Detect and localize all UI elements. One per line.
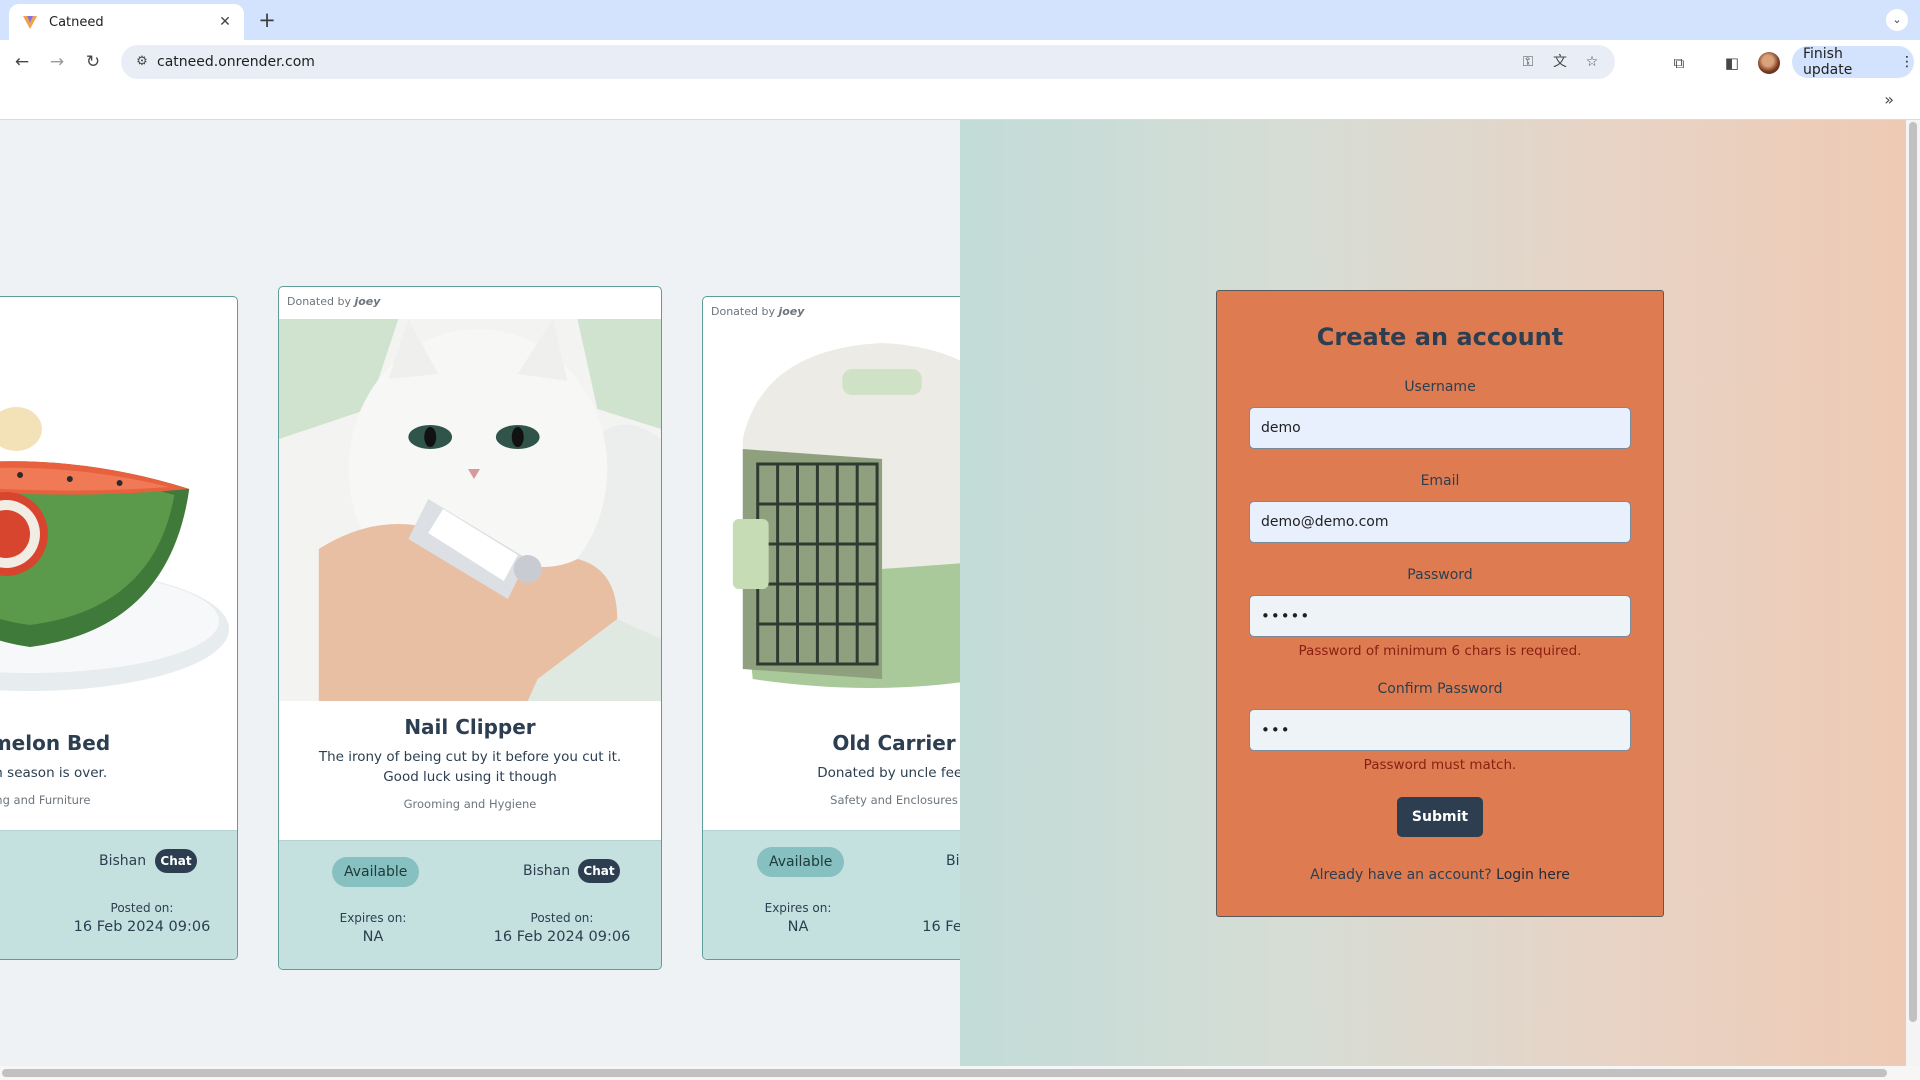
card-image [0, 329, 237, 711]
card-title: Nail Clipper [404, 715, 536, 739]
form-title: Create an account [1316, 323, 1564, 351]
card-image [703, 329, 960, 711]
listing-card[interactable]: Donated by joey [702, 296, 960, 960]
signup-form: Create an account Username demo Email de… [1216, 290, 1664, 917]
password-label: Password [1407, 567, 1473, 583]
posted-label: Posted on: [530, 911, 594, 925]
donor-prefix: Donated by [711, 305, 775, 318]
tab-title: Catneed [49, 14, 104, 30]
card-location: Bishan [99, 853, 147, 869]
forward-icon[interactable]: → [44, 49, 70, 75]
password-error: Password of minimum 6 chars is required. [1298, 643, 1582, 659]
submit-button[interactable]: Submit [1397, 797, 1483, 837]
posted-label: Posted on: [110, 901, 174, 915]
card-description: melon season is over. [0, 765, 108, 781]
vertical-scroll-thumb[interactable] [1909, 122, 1917, 1022]
donor-name: joey [354, 295, 381, 308]
chat-button[interactable]: Chat [578, 859, 620, 883]
vertical-scrollbar[interactable] [1906, 120, 1920, 1066]
old-carrier-image [703, 329, 960, 711]
card-footer: Bishan Chat Posted on: 16 Feb 2024 09:06 [0, 830, 237, 959]
bookmark-bar: » [0, 82, 1920, 120]
card-category: Grooming and Hygiene [403, 797, 537, 811]
horizontal-scroll-thumb[interactable] [2, 1069, 1887, 1077]
card-footer: Available Bi Expires on: NA 16 Fe [703, 830, 960, 959]
posted-value: 16 Feb 2024 09:06 [493, 929, 631, 945]
status-badge: Available [757, 847, 845, 877]
chat-button[interactable]: Chat [155, 849, 197, 873]
address-bar[interactable]: ⚙ catneed.onrender.com ⚿ 文 ☆ [121, 45, 1615, 79]
card-description: The irony of being cut by it before you … [318, 749, 622, 785]
listing-card[interactable]: Donated by joey [278, 286, 662, 970]
catneed-favicon-icon [23, 16, 37, 29]
card-donor: Donated by joey [287, 295, 380, 308]
bookmark-star-icon[interactable]: ☆ [1581, 51, 1603, 73]
card-footer: Available Bishan Chat Expires on: NA Pos… [279, 840, 661, 969]
posted-value: 16 Feb 2024 09:06 [73, 919, 211, 935]
card-title: termelon Bed [0, 731, 111, 755]
card-donor: Donated by joey [711, 305, 804, 318]
email-input[interactable]: demo@demo.com [1249, 501, 1631, 543]
donor-prefix: Donated by [287, 295, 351, 308]
confirm-password-label: Confirm Password [1377, 681, 1503, 697]
card-category: Safety and Enclosures [830, 793, 958, 807]
horizontal-scrollbar[interactable] [0, 1066, 1920, 1080]
card-image [279, 319, 661, 701]
finish-update-label: Finish update [1803, 46, 1853, 78]
back-icon[interactable]: ← [9, 49, 35, 75]
username-input[interactable]: demo [1249, 407, 1631, 449]
watermelon-bed-image [0, 329, 237, 711]
login-link[interactable]: Login here [1496, 867, 1570, 883]
status-badge: Available [332, 857, 420, 887]
nail-clipper-image [279, 319, 661, 701]
page-viewport: termelon Bed melon season is over. dding… [0, 120, 1920, 1080]
site-info-icon[interactable]: ⚙ [133, 53, 151, 71]
translate-icon[interactable]: 文 [1549, 51, 1571, 73]
password-key-icon[interactable]: ⚿ [1517, 51, 1539, 73]
browser-tabstrip: Catneed ✕ + ⌄ [0, 0, 1920, 40]
password-input[interactable]: ••••• [1249, 595, 1631, 637]
more-bookmarks-icon[interactable]: » [1884, 90, 1894, 109]
listing-card[interactable]: termelon Bed melon season is over. dding… [0, 296, 238, 960]
new-tab-icon[interactable]: + [253, 7, 281, 33]
login-prompt-row: Already have an account? Login here [1217, 867, 1663, 883]
finish-update-button[interactable]: Finish update ⋮ [1792, 46, 1914, 78]
card-category: dding and Furniture [0, 793, 91, 807]
card-description: Donated by uncle feed [817, 765, 960, 781]
browser-toolbar: ← → ↻ ⚙ catneed.onrender.com ⚿ 文 ☆ ⧉ ◧ F… [0, 40, 1920, 82]
card-title: Old Carrier [832, 731, 956, 755]
login-prompt: Already have an account? [1310, 867, 1492, 883]
browser-tab[interactable]: Catneed ✕ [9, 4, 244, 40]
expires-value: NA [787, 919, 809, 935]
confirm-password-error: Password must match. [1363, 757, 1517, 773]
expires-label: Expires on: [339, 911, 407, 925]
side-panel-icon[interactable]: ◧ [1721, 52, 1743, 74]
posted-value: 16 Fe [922, 919, 960, 935]
confirm-password-input[interactable]: ••• [1249, 709, 1631, 751]
card-location: Bishan [523, 863, 571, 879]
reload-icon[interactable]: ↻ [80, 49, 106, 75]
url-text: catneed.onrender.com [157, 54, 315, 70]
extensions-icon[interactable]: ⧉ [1668, 52, 1690, 74]
expires-label: Expires on: [764, 901, 832, 915]
expires-value: NA [362, 929, 384, 945]
profile-avatar[interactable] [1758, 52, 1780, 74]
email-label: Email [1420, 473, 1460, 489]
tab-search-icon[interactable]: ⌄ [1886, 9, 1908, 31]
close-tab-icon[interactable]: ✕ [216, 14, 234, 30]
username-label: Username [1404, 379, 1476, 395]
listings-panel: termelon Bed melon season is over. dding… [0, 120, 960, 1066]
donor-name: joey [778, 305, 805, 318]
menu-dots-icon: ⋮ [1900, 54, 1914, 70]
card-location: Bi [946, 853, 960, 869]
